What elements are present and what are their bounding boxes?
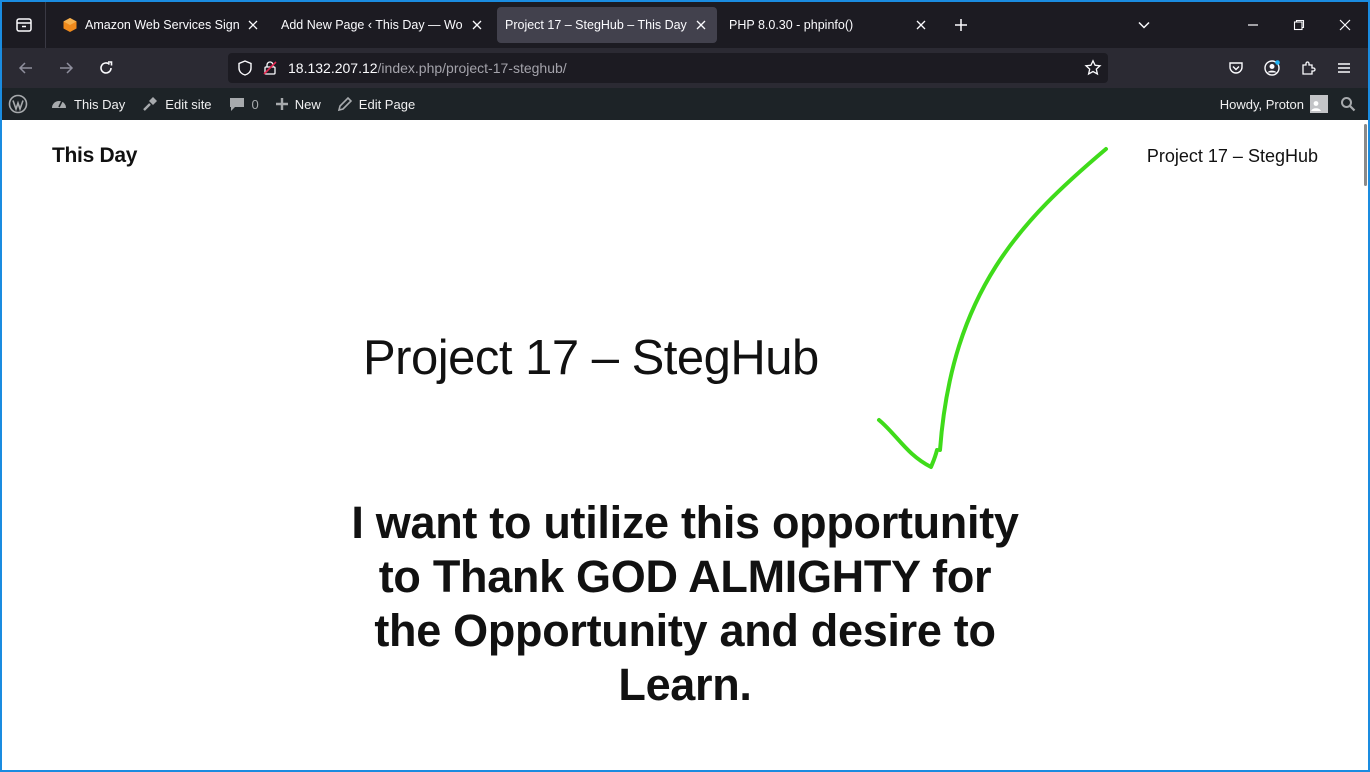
tab-phpinfo[interactable]: PHP 8.0.30 - phpinfo() <box>721 7 937 43</box>
page-viewport: This Day Project 17 – StegHub Project 17… <box>2 120 1368 770</box>
app-menu-button[interactable] <box>1326 52 1362 84</box>
plus-icon <box>275 98 288 110</box>
wp-admin-bar: This Day Edit site 0 New Edit Page Howdy… <box>2 88 1368 120</box>
account-button[interactable] <box>1254 52 1290 84</box>
greeting-label: Howdy, Proton <box>1219 96 1304 112</box>
close-icon <box>1339 19 1351 31</box>
tab-title: PHP 8.0.30 - phpinfo() <box>729 18 854 32</box>
tab-title: Project 17 – StegHub – This Day <box>505 18 687 32</box>
address-bar[interactable]: 18.132.207.12/index.php/project-17-stegh… <box>228 53 1108 83</box>
green-arrow-annotation <box>877 147 1108 469</box>
close-window-button[interactable] <box>1322 2 1368 48</box>
scrollbar[interactable] <box>1362 120 1368 770</box>
new-label: New <box>294 96 321 112</box>
dashboard-gauge-icon <box>52 100 66 108</box>
tab-title: Amazon Web Services Sign-In <box>85 18 239 32</box>
minimize-button[interactable] <box>1230 2 1276 48</box>
avatar <box>1310 95 1328 113</box>
comments-link[interactable]: 0 <box>220 88 267 120</box>
plus-icon <box>955 19 967 31</box>
close-tab-icon[interactable] <box>469 17 485 33</box>
wordpress-logo-icon <box>8 94 28 114</box>
brush-icon <box>143 97 158 111</box>
close-tab-icon[interactable] <box>245 17 261 33</box>
shield-icon[interactable] <box>236 59 254 77</box>
navigation-toolbar: 18.132.207.12/index.php/project-17-stegh… <box>2 48 1368 88</box>
comments-count: 0 <box>251 96 259 112</box>
site-name-label: This Day <box>74 96 126 112</box>
tab-aws-sign-in[interactable]: Amazon Web Services Sign-In <box>54 7 269 43</box>
puzzle-icon <box>1302 61 1316 75</box>
pocket-button[interactable] <box>1218 52 1254 84</box>
tab-project-17[interactable]: Project 17 – StegHub – This Day <box>497 7 717 43</box>
reload-icon <box>100 61 113 74</box>
extensions-button[interactable] <box>1290 52 1326 84</box>
pencil-icon <box>337 96 352 112</box>
new-tab-button[interactable] <box>945 9 977 41</box>
reload-button[interactable] <box>88 52 124 84</box>
admin-bar-secondary: Howdy, Proton <box>1212 88 1368 120</box>
restore-icon <box>1293 19 1305 31</box>
arrow-left-icon <box>18 62 32 74</box>
minimize-icon <box>1248 24 1258 26</box>
tab-title: Add New Page ‹ This Day — WordPress <box>281 18 463 32</box>
insecure-lock-icon[interactable] <box>262 60 278 76</box>
hamburger-menu-icon <box>1338 63 1350 73</box>
close-tab-icon[interactable] <box>913 17 929 33</box>
arrow-right-icon <box>60 62 74 74</box>
tab-strip: Amazon Web Services Sign-In Add New Page… <box>2 2 1368 48</box>
tab-add-new-page[interactable]: Add New Page ‹ This Day — WordPress <box>273 7 493 43</box>
forward-button[interactable] <box>48 52 84 84</box>
edit-site-label: Edit site <box>165 96 212 112</box>
my-account-menu[interactable]: Howdy, Proton <box>1212 88 1338 120</box>
account-icon <box>1264 60 1280 76</box>
list-all-tabs-button[interactable] <box>1126 2 1162 48</box>
url-path: /index.php/project-17-steghub/ <box>377 60 567 76</box>
window-controls <box>1126 2 1368 48</box>
back-button[interactable] <box>8 52 44 84</box>
browser-window: Amazon Web Services Sign-In Add New Page… <box>0 0 1370 772</box>
edit-page-label: Edit Page <box>358 96 416 112</box>
scrollbar-thumb[interactable] <box>1364 124 1367 186</box>
tab-list-button[interactable] <box>2 2 46 48</box>
chevron-down-icon <box>1138 21 1150 29</box>
comment-bubble-icon <box>229 98 244 111</box>
aws-cube-icon <box>63 18 77 32</box>
star-bookmark-icon[interactable] <box>1084 59 1102 77</box>
user-avatar-icon <box>1311 101 1321 111</box>
search-icon <box>1341 97 1356 112</box>
toolbar-buttons <box>1218 52 1362 84</box>
pocket-icon <box>1229 62 1243 74</box>
restore-button[interactable] <box>1276 2 1322 48</box>
edit-site-link[interactable]: Edit site <box>133 88 219 120</box>
url-host: 18.132.207.12 <box>288 60 378 76</box>
site-name-menu[interactable]: This Day <box>42 88 133 120</box>
tab-list-icon <box>15 18 32 32</box>
edit-page-link[interactable]: Edit Page <box>329 88 423 120</box>
wordpress-logo-menu[interactable] <box>2 88 42 120</box>
new-content-menu[interactable]: New <box>267 88 329 120</box>
close-tab-icon[interactable] <box>693 17 709 33</box>
admin-search-button[interactable] <box>1338 88 1368 120</box>
